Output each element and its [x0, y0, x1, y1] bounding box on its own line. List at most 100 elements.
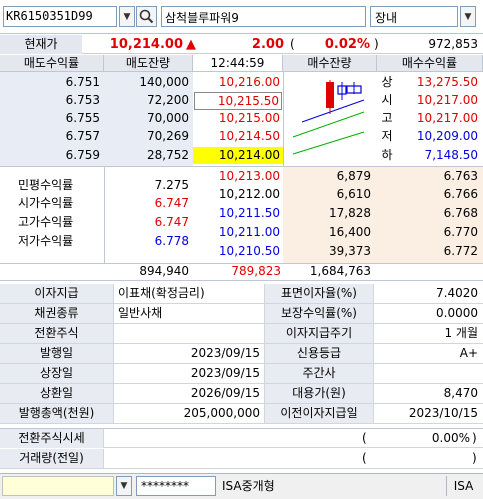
yield-label: 민평수익률 — [18, 178, 74, 192]
paren-open: ( — [362, 451, 367, 465]
credit-label: 신용등급 — [264, 344, 374, 363]
ask-yield: 6.751 — [65, 75, 100, 89]
total-sell-qty: 894,940 — [139, 264, 189, 278]
bid-price[interactable]: 10,211.50 — [196, 205, 280, 222]
prev-volume-row: 거래량(전일) ( ) — [0, 449, 483, 469]
header-sell-qty: 매도잔량 — [104, 55, 193, 72]
chevron-down-icon: ▼ — [464, 11, 472, 22]
issue-amount-value: 205,000,000 — [183, 406, 260, 420]
limit-value: 10,217.00 — [416, 111, 478, 125]
ask-price[interactable]: 10,216.00 — [196, 74, 280, 91]
total-buy-qty: 1,684,763 — [309, 264, 371, 278]
bond-row: 채권종류 일반사채 보장수익률(%) 0.0000 — [0, 304, 483, 324]
total-diff: 789,823 — [231, 264, 281, 278]
bid-qty[interactable]: 16,400 — [283, 224, 371, 241]
guarantee-value: 0.0000 — [436, 306, 478, 320]
yield-label: 저가수익률 — [18, 234, 74, 248]
password-input[interactable]: ******** — [136, 476, 216, 496]
chevron-down-icon: ▼ — [120, 481, 128, 491]
substitute-label: 대용가(원) — [264, 384, 374, 403]
up-arrow-icon: ▲ — [186, 37, 196, 52]
prev-interest-value: 2023/10/15 — [408, 406, 478, 420]
limit-label: 저 — [381, 129, 393, 143]
current-price-label: 현재가 — [0, 35, 82, 54]
ask-qty[interactable]: 70,000 — [104, 110, 189, 127]
issue-date-label: 발행일 — [0, 344, 114, 363]
header-time: 12:44:59 — [193, 55, 283, 72]
price-change-rate: 0.02% — [324, 37, 370, 52]
ask-price[interactable]: 10,214.50 — [196, 128, 280, 145]
limit-value: 13,275.50 — [416, 75, 478, 89]
chevron-down-icon: ▼ — [123, 11, 131, 22]
isa-badge: ISA — [446, 476, 480, 496]
code-input[interactable]: KR6150351D99 — [3, 6, 117, 27]
ask-yield: 6.759 — [65, 148, 100, 162]
conv-stock-value — [118, 324, 268, 343]
limit-label: 상 — [381, 75, 393, 89]
bid-yield: 6.772 — [443, 244, 478, 258]
bid-price[interactable]: 10,213.00 — [196, 168, 280, 185]
market-dropdown-button[interactable]: ▼ — [460, 6, 476, 27]
candlestick-chart — [292, 80, 365, 155]
bid-qty[interactable]: 39,373 — [283, 243, 371, 260]
header-buy-yield: 매수수익률 — [377, 55, 483, 72]
underwriter-label: 주간사 — [264, 364, 374, 383]
listing-value: 2023/09/15 — [190, 366, 260, 380]
mini-chart — [283, 72, 377, 166]
ask-price[interactable]: 10,215.50 — [194, 92, 282, 110]
volume: 972,853 — [428, 37, 478, 51]
limit-value: 10,209.00 — [416, 129, 478, 143]
substitute-value: 8,470 — [443, 386, 478, 400]
bond-type-label: 채권종류 — [0, 304, 114, 323]
maturity-label: 상환일 — [0, 384, 114, 403]
name-field: 삼척블루파워9 — [161, 6, 366, 27]
yield-label: 시가수익률 — [18, 196, 74, 210]
market-select[interactable]: 장내 — [370, 6, 458, 27]
ask-qty[interactable]: 70,269 — [104, 128, 189, 145]
conv-price-row: 전환주식시세 ( 0.00% ) — [0, 428, 483, 448]
account-dropdown-button[interactable]: ▼ — [116, 476, 132, 496]
current-price: 10,214.00 — [109, 37, 183, 52]
ask-qty[interactable]: 140,000 — [104, 74, 189, 91]
ask-price-current[interactable]: 10,214.00 — [193, 147, 283, 164]
bid-yield: 6.763 — [443, 169, 478, 183]
paren-close: ) — [472, 431, 477, 445]
search-button[interactable] — [136, 6, 157, 27]
prev-volume-label: 거래량(전일) — [0, 449, 104, 468]
listing-label: 상장일 — [0, 364, 114, 383]
code-dropdown-button[interactable]: ▼ — [119, 6, 135, 27]
interest-pay-value: 이표채(확정금리) — [118, 286, 205, 300]
bid-price[interactable]: 10,210.50 — [196, 243, 280, 260]
maturity-value: 2026/09/15 — [190, 386, 260, 400]
bond-row: 상환일 2026/09/15 대용가(원) 8,470 — [0, 384, 483, 404]
account-field[interactable] — [2, 476, 114, 496]
header-sell-yield: 매도수익률 — [0, 55, 104, 72]
coupon-value: 7.4020 — [436, 286, 478, 300]
ask-qty[interactable]: 28,752 — [104, 147, 189, 164]
limit-value: 10,217.00 — [416, 93, 478, 107]
bid-price[interactable]: 10,212.00 — [196, 186, 280, 203]
yield-value: 6.747 — [154, 215, 189, 229]
bond-row: 발행총액(천원) 205,000,000 이전이자지급일 2023/10/15 — [0, 404, 483, 424]
bid-qty[interactable]: 6,610 — [283, 186, 371, 203]
yield-value: 6.747 — [154, 196, 189, 210]
paren-close: ) — [374, 37, 379, 51]
conv-stock-label: 전환주식 — [0, 324, 114, 343]
bond-row: 이자지급 이표채(확정금리) 표면이자율(%) 7.4020 — [0, 284, 483, 304]
yield-label: 고가수익률 — [18, 215, 74, 229]
bond-type-value: 일반사채 — [118, 306, 163, 320]
issue-date-value: 2023/09/15 — [190, 346, 260, 360]
interest-cycle-value: 1 개월 — [444, 326, 478, 340]
interest-cycle-label: 이자지급주기 — [264, 324, 374, 343]
bid-yield: 6.768 — [443, 206, 478, 220]
bid-qty[interactable]: 6,879 — [283, 168, 371, 185]
bid-price[interactable]: 10,211.00 — [196, 224, 280, 241]
ask-qty[interactable]: 72,200 — [104, 92, 189, 109]
isa-type-label: ISA중개형 — [222, 479, 275, 493]
bid-qty[interactable]: 17,828 — [283, 205, 371, 222]
underwriter-value — [378, 364, 478, 383]
yield-value: 6.778 — [154, 234, 189, 248]
ask-price[interactable]: 10,215.00 — [196, 110, 280, 127]
interest-pay-label: 이자지급 — [0, 284, 114, 303]
issue-amount-label: 발행총액(천원) — [0, 404, 114, 423]
